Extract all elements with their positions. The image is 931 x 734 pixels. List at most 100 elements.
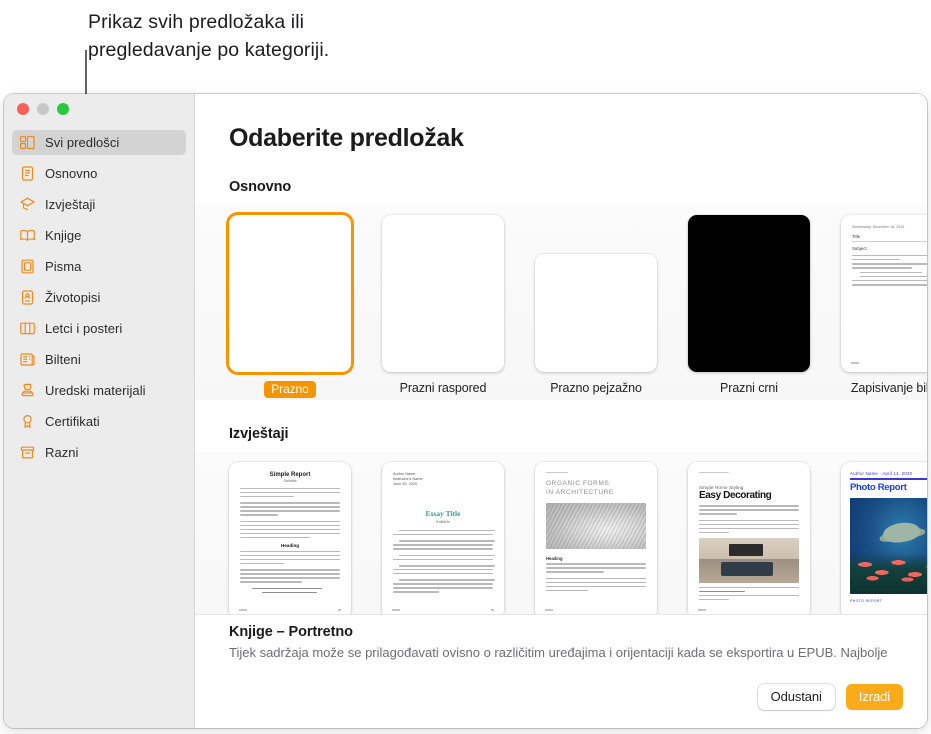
sidebar-item-bilteni[interactable]: Bilteni [12,347,186,372]
basic-document-icon [19,165,36,182]
thumb-rule [850,478,927,480]
sidebar-item-letci-i-posteri[interactable]: Letci i posteri [12,316,186,341]
thumb-image-interior [699,538,799,583]
thumbnail-content: Simple Report Subtitle [229,462,351,619]
info-description: Tijek sadržaja može se prilagođavati ovi… [229,644,927,661]
section-title: Osnovno [229,179,927,195]
thumb-footer [239,609,247,611]
template-thumbnail-essay[interactable]: Author NameInstructor's NameJune 30, 202… [382,462,504,619]
template-thumbnail-blank-landscape[interactable] [535,254,657,372]
callout-annotation-text: Prikaz svih predložaka ili pregledavanje… [88,8,508,64]
sidebar-item-pisma[interactable]: Pisma [12,254,186,279]
sidebar-item-razni[interactable]: Razni [12,440,186,465]
template-thumbnail-minimal-report[interactable]: ORGANIC FORMS IN ARCHITECTURE Heading [535,462,657,619]
sidebar-item-label: Razni [45,445,79,460]
sidebar-item-label: Uredski materijali [45,383,146,398]
template-thumbnail-blank-layout[interactable] [382,215,504,372]
thumb-title-line-1: ORGANIC FORMS [546,479,646,488]
template-thumbnail-blank-black[interactable] [688,215,810,372]
template-chooser-window: Svi predlošci Osnovno [4,94,927,728]
section-title: Izvještaji [229,426,927,442]
thumb-page-number [545,609,553,611]
thumbnail-content: Author Name · April 14, 2020 Photo Repor… [841,462,927,619]
sidebar-item-label: Svi predlošci [45,135,119,150]
sidebar-category-list: Svi predlošci Osnovno [4,130,194,471]
dialog-footer: Odustani Izradi [195,666,927,728]
template-thumbnail-modern-report[interactable]: Simple Home Styling Easy Decorating [688,462,810,619]
misc-icon [19,444,36,461]
thumbnail-content: Author NameInstructor's NameJune 30, 202… [382,462,504,619]
thumbnail-content: Wednesday, December 18, 2019 Title Subje… [841,215,927,372]
reports-icon [19,196,36,213]
template-scroll-area[interactable]: Odaberite predložak Osnovno Prazno [195,94,927,666]
thumb-body-lines [546,578,646,591]
thumb-title: Photo Report [850,482,927,493]
thumb-body-lines [393,540,493,549]
all-templates-icon [19,134,36,151]
sidebar-item-label: Letci i posteri [45,321,122,336]
thumb-body-lines [699,505,799,514]
template-tile-prazni-crni[interactable]: Prazni crni [688,215,810,398]
minimize-button[interactable] [37,103,49,115]
template-label-selected: Prazno [264,381,315,398]
thumb-body-lines [240,488,340,497]
thumbnail-content: Simple Home Styling Easy Decorating [688,462,810,619]
template-thumbnail-note-taking[interactable]: Wednesday, December 18, 2019 Title Subje… [841,215,927,372]
template-tile-prazno[interactable]: Prazno [229,215,351,398]
thumb-body-lines [393,555,493,560]
template-label: Zapisivanje bilješki [851,381,927,395]
certificates-icon [19,413,36,430]
sidebar-item-svi-predlosci[interactable]: Svi predlošci [12,130,186,155]
thumb-image-architecture [546,503,646,549]
template-label: Prazno pejzažno [550,381,642,395]
sidebar-item-knjige[interactable]: Knjige [12,223,186,248]
sidebar-item-label: Životopisi [45,290,100,305]
screenshot-root: Prikaz svih predložaka ili pregledavanje… [0,0,931,734]
sidebar-item-izvjestaji[interactable]: Izvještaji [12,192,186,217]
thumb-note-date: Wednesday, December 18, 2019 [852,225,927,229]
fish-shapes [856,557,927,582]
thumb-rule [852,241,927,242]
sidebar-item-uredski-materijali[interactable]: Uredski materijali [12,378,186,403]
template-tile-zapisivanje-biljeski[interactable]: Wednesday, December 18, 2019 Title Subje… [841,215,927,398]
newsletters-icon [19,351,36,368]
template-thumbnail-photo-report[interactable]: Author Name · April 14, 2020 Photo Repor… [841,462,927,619]
template-row-osnovno: Prazno Prazni raspored Prazno pejzažno [195,205,927,400]
flyers-posters-icon [19,320,36,337]
section-osnovno: Osnovno Prazno Prazni raspored [195,179,927,400]
template-label: Prazni crni [720,381,778,395]
sidebar-item-label: Izvještaji [45,197,95,212]
letters-icon [19,258,36,275]
thumbnail-content: ORGANIC FORMS IN ARCHITECTURE Heading [535,462,657,619]
template-info-band: Knjige – Portretno Tijek sadržaja može s… [195,614,927,666]
template-thumbnail-simple-report[interactable]: Simple Report Subtitle [229,462,351,619]
cancel-button[interactable]: Odustani [758,684,835,710]
sidebar-item-label: Certifikati [45,414,100,429]
thumb-footer: PHOTO REPORT [850,599,927,603]
close-button[interactable] [17,103,29,115]
books-icon [19,227,36,244]
page-title: Odaberite predložak [229,124,927,153]
thumb-body-lines [240,569,340,582]
zoom-button[interactable] [57,103,69,115]
sidebar-item-zivotopisi[interactable]: Životopisi [12,285,186,310]
template-thumbnail-blank[interactable] [229,215,351,372]
template-tile-prazno-pejzazno[interactable]: Prazno pejzažno [535,215,657,398]
info-title: Knjige – Portretno [229,624,927,640]
thumb-note-subject: Subject [852,246,927,251]
turtle-shape [882,520,922,544]
thumb-page-number [698,609,706,611]
thumb-body-lines [393,579,493,592]
template-tile-prazni-raspored[interactable]: Prazni raspored [382,215,504,398]
thumb-footer [392,609,400,611]
section-izvjestaji: Izvještaji Simple Report Subtitle [195,426,927,644]
sidebar-item-certifikati[interactable]: Certifikati [12,409,186,434]
sidebar-item-label: Bilteni [45,352,81,367]
sidebar-item-label: Knjige [45,228,81,243]
thumb-body-lines [240,521,340,538]
sidebar-item-label: Pisma [45,259,81,274]
thumb-page-number [491,609,494,611]
sidebar-item-osnovno[interactable]: Osnovno [12,161,186,186]
create-button[interactable]: Izradi [846,684,903,710]
thumb-body-lines [393,530,493,535]
